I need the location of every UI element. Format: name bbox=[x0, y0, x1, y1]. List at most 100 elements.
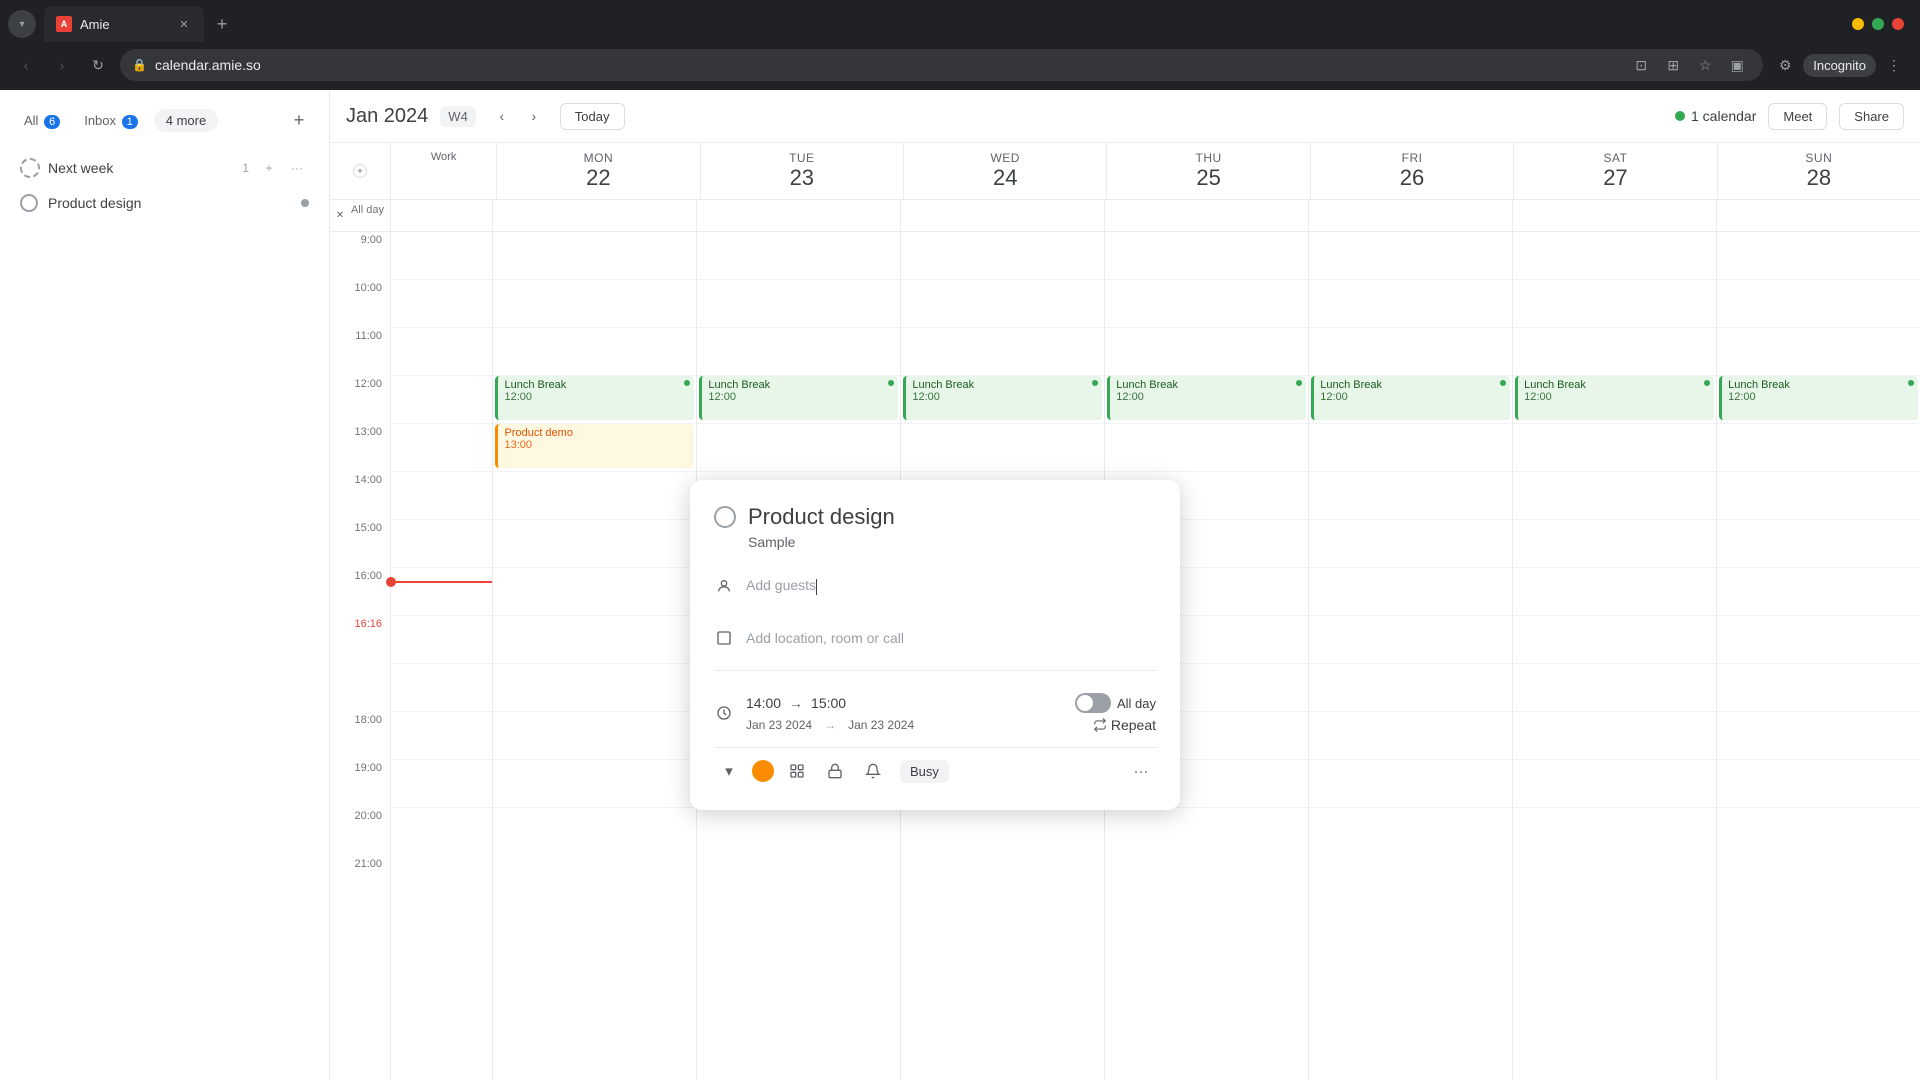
wed-all-day-cell[interactable] bbox=[900, 200, 1104, 231]
event-title: Lunch Break bbox=[1728, 379, 1912, 391]
all-day-switch[interactable] bbox=[1075, 693, 1111, 713]
hour-line bbox=[1513, 232, 1716, 280]
work-column[interactable] bbox=[390, 232, 492, 1080]
forward-button[interactable]: › bbox=[48, 51, 76, 79]
all-tab-badge: 6 bbox=[44, 115, 60, 129]
tue-label: Tue bbox=[705, 151, 899, 165]
event-time: 12:00 bbox=[708, 391, 892, 403]
sun-column[interactable]: Lunch Break 12:00 bbox=[1716, 232, 1920, 1080]
sun-all-day-cell[interactable] bbox=[1716, 200, 1920, 231]
fri-column[interactable]: Lunch Break 12:00 bbox=[1308, 232, 1512, 1080]
tue-number: 23 bbox=[705, 165, 899, 191]
minimize-button[interactable] bbox=[1852, 18, 1864, 30]
work-label: Work bbox=[395, 151, 492, 163]
thu-all-day-cell[interactable] bbox=[1104, 200, 1308, 231]
today-button[interactable]: Today bbox=[560, 103, 625, 130]
sidebar-tab-all[interactable]: All 6 bbox=[16, 109, 68, 132]
mon-column[interactable]: Lunch Break 12:00 Product demo 13:00 bbox=[492, 232, 696, 1080]
hour-line bbox=[1513, 760, 1716, 808]
active-tab[interactable]: A Amie ✕ bbox=[44, 6, 204, 42]
color-picker[interactable] bbox=[752, 760, 774, 782]
reload-button[interactable]: ↻ bbox=[84, 51, 112, 79]
sidebar-icon[interactable]: ▣ bbox=[1723, 51, 1751, 79]
hour-line bbox=[391, 664, 492, 712]
mon-lunch-event[interactable]: Lunch Break 12:00 bbox=[495, 376, 694, 420]
sat-column[interactable]: Lunch Break 12:00 bbox=[1512, 232, 1716, 1080]
mon-product-demo-event[interactable]: Product demo 13:00 bbox=[495, 424, 694, 468]
tab-dropdown[interactable]: ▾ bbox=[8, 10, 36, 38]
sat-lunch-event[interactable]: Lunch Break 12:00 bbox=[1515, 376, 1714, 420]
time-1500: 15:00 bbox=[330, 520, 390, 568]
collapse-button[interactable]: ▾ bbox=[714, 756, 744, 786]
time-info: 14:00 → 15:00 All day Jan 23 2024 → Jan … bbox=[746, 693, 1156, 733]
section-add-button[interactable]: + bbox=[257, 156, 281, 180]
close-button[interactable] bbox=[1892, 18, 1904, 30]
time-2000: 20:00 bbox=[330, 808, 390, 856]
prev-week-button[interactable]: ‹ bbox=[488, 102, 516, 130]
fri-all-day-cell[interactable] bbox=[1308, 200, 1512, 231]
cast-icon[interactable]: ⊡ bbox=[1627, 51, 1655, 79]
bell-icon-button[interactable] bbox=[858, 756, 888, 786]
profile-button[interactable]: Incognito bbox=[1803, 54, 1876, 77]
hour-line bbox=[391, 328, 492, 376]
fri-lunch-event[interactable]: Lunch Break 12:00 bbox=[1311, 376, 1510, 420]
thu-label: Thu bbox=[1111, 151, 1305, 165]
tab-close-button[interactable]: ✕ bbox=[176, 16, 192, 32]
wed-number: 24 bbox=[908, 165, 1102, 191]
bookmark-icon[interactable]: ☆ bbox=[1691, 51, 1719, 79]
back-button[interactable]: ‹ bbox=[12, 51, 40, 79]
pip-icon[interactable]: ⊞ bbox=[1659, 51, 1687, 79]
repeat-button[interactable]: Repeat bbox=[1093, 717, 1156, 733]
all-day-toggle[interactable]: All day bbox=[1075, 693, 1156, 713]
hour-line bbox=[1309, 328, 1512, 376]
sat-all-day-cell[interactable] bbox=[1512, 200, 1716, 231]
calendar-days-header: + Work Mon 22 Tue 23 Wed 24 Thu 25 bbox=[330, 143, 1920, 200]
section-more-button[interactable]: ··· bbox=[285, 156, 309, 180]
hour-line bbox=[1513, 328, 1716, 376]
more-options-button[interactable]: ··· bbox=[1126, 756, 1156, 786]
time-1200: 12:00 bbox=[330, 376, 390, 424]
menu-icon[interactable]: ⋮ bbox=[1880, 51, 1908, 79]
event-time: 13:00 bbox=[504, 439, 688, 451]
hour-line bbox=[1717, 280, 1920, 328]
popup-bottom: ▾ Busy ··· bbox=[714, 747, 1156, 786]
category-icon-button[interactable] bbox=[782, 756, 812, 786]
hour-line bbox=[1309, 616, 1512, 664]
mon-all-day-cell[interactable] bbox=[492, 200, 696, 231]
location-field[interactable]: Add location, room or call bbox=[746, 630, 1156, 646]
share-button[interactable]: Share bbox=[1839, 103, 1904, 130]
sun-lunch-event[interactable]: Lunch Break 12:00 bbox=[1719, 376, 1918, 420]
meet-button[interactable]: Meet bbox=[1768, 103, 1827, 130]
guests-field[interactable]: Add guests bbox=[746, 577, 1156, 594]
new-tab-button[interactable]: + bbox=[208, 10, 236, 38]
task-item-product-design[interactable]: Product design bbox=[16, 186, 313, 220]
calendar-indicator[interactable]: 1 calendar bbox=[1675, 108, 1756, 124]
wed-lunch-event[interactable]: Lunch Break 12:00 bbox=[903, 376, 1102, 420]
hour-line bbox=[1717, 328, 1920, 376]
thu-lunch-event[interactable]: Lunch Break 12:00 bbox=[1107, 376, 1306, 420]
time-1000: 10:00 bbox=[330, 280, 390, 328]
tab-bar: ▾ A Amie ✕ + bbox=[0, 0, 1920, 40]
tue-all-day-cell[interactable] bbox=[696, 200, 900, 231]
lock-icon: 🔒 bbox=[132, 58, 147, 72]
toggle-work-button[interactable]: + bbox=[353, 164, 367, 178]
next-week-button[interactable]: › bbox=[520, 102, 548, 130]
window-controls bbox=[1852, 18, 1912, 30]
sidebar-add-button[interactable]: + bbox=[285, 106, 313, 134]
extension-icon[interactable]: ⚙ bbox=[1771, 51, 1799, 79]
address-bar[interactable]: 🔒 calendar.amie.so ⊡ ⊞ ☆ ▣ bbox=[120, 49, 1763, 81]
hour-line bbox=[901, 280, 1104, 328]
lock-icon-button[interactable] bbox=[820, 756, 850, 786]
maximize-button[interactable] bbox=[1872, 18, 1884, 30]
status-badge[interactable]: Busy bbox=[900, 760, 949, 783]
day-header-work: Work bbox=[390, 143, 496, 199]
all-day-collapse-button[interactable]: ✕ bbox=[331, 206, 349, 224]
task-checkbox[interactable] bbox=[20, 194, 38, 212]
sidebar-tab-inbox[interactable]: Inbox 1 bbox=[76, 109, 146, 132]
popup-task-checkbox[interactable] bbox=[714, 506, 736, 528]
sidebar-more-button[interactable]: 4 more bbox=[154, 109, 218, 132]
calendar-month: Jan 2024 bbox=[346, 105, 428, 128]
tue-lunch-event[interactable]: Lunch Break 12:00 bbox=[699, 376, 898, 420]
mon-number: 22 bbox=[501, 165, 695, 191]
day-header-thu: Thu 25 bbox=[1106, 143, 1309, 199]
